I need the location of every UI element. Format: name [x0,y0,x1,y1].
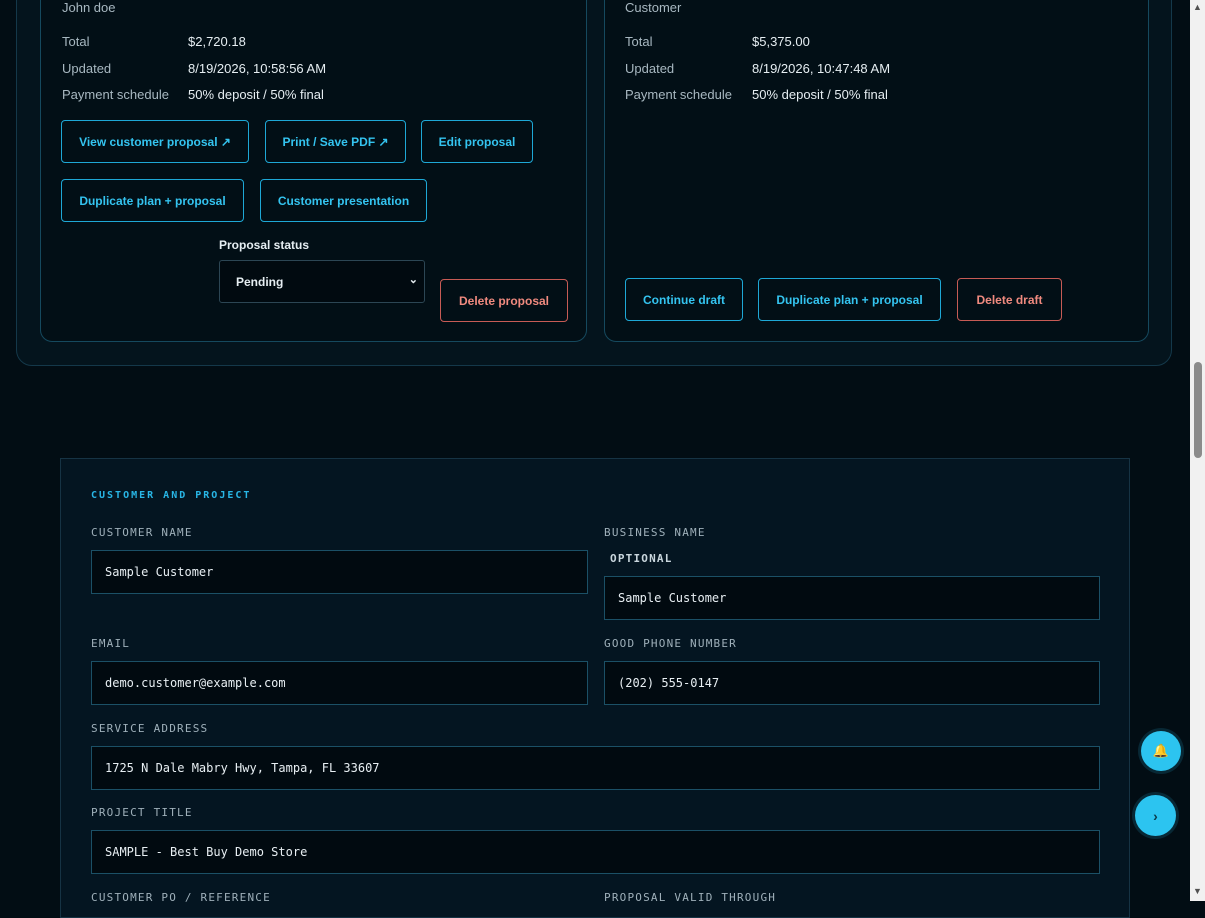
meta-updated-label: Updated [625,61,675,76]
proposal-customer-name: John doe [62,0,116,15]
view-customer-proposal-button[interactable]: View customer proposal ↗ [61,120,249,163]
customer-project-form: CUSTOMER AND PROJECT CUSTOMER NAME Sampl… [60,458,1130,918]
section-title: CUSTOMER AND PROJECT [91,490,252,501]
business-name-label: BUSINESS NAME [604,526,706,539]
bell-icon: 🔔 [1152,743,1170,758]
proposal-card-customer-draft: Customer Total $5,375.00 Updated 8/19/20… [604,0,1149,342]
phone-field[interactable]: (202) 555-0147 [604,661,1100,705]
delete-proposal-button[interactable]: Delete proposal [440,279,568,322]
proposal-card-john-doe: John doe Total $2,720.18 Updated 8/19/20… [40,0,587,342]
customer-po-label: CUSTOMER PO / REFERENCE [91,891,271,904]
email-field[interactable]: demo.customer@example.com [91,661,588,705]
service-address-input[interactable]: 1725 N Dale Mabry Hwy, Tampa, FL 33607 [91,746,1100,790]
scroll-down-icon[interactable]: ▼ [1193,886,1202,896]
continue-draft-button[interactable]: Continue draft [625,278,743,321]
customer-presentation-button[interactable]: Customer presentation [260,179,427,222]
scroll-up-icon[interactable]: ▲ [1193,2,1202,12]
project-title-label: PROJECT TITLE [91,806,193,819]
meta-payment-value: 50% deposit / 50% final [752,87,888,102]
duplicate-plan-proposal-button[interactable]: Duplicate plan + proposal [61,179,244,222]
print-save-pdf-button[interactable]: Print / Save PDF ↗ [265,120,406,163]
meta-total-label: Total [62,34,90,49]
phone-label: GOOD PHONE NUMBER [604,637,737,650]
customer-name-input[interactable]: Sample Customer [91,550,588,594]
edit-proposal-button[interactable]: Edit proposal [421,120,533,163]
meta-payment-value: 50% deposit / 50% final [188,87,324,102]
meta-updated-label: Updated [62,61,112,76]
meta-payment-label: Payment schedule [625,87,732,102]
meta-total-value: $2,720.18 [188,34,246,49]
chevron-down-icon: ⌄ [408,274,418,286]
business-name-input[interactable]: Sample Customer [604,576,1100,620]
meta-total-value: $5,375.00 [752,34,810,49]
service-address-label: SERVICE ADDRESS [91,722,209,735]
optional-tag: OPTIONAL [610,552,673,565]
scrollbar-thumb[interactable] [1194,362,1202,458]
proposal-status-value: Pending [236,274,284,289]
project-title-input[interactable]: SAMPLE - Best Buy Demo Store [91,830,1100,874]
chevron-right-icon: › [1153,807,1158,824]
notifications-button[interactable]: 🔔 [1141,731,1181,771]
duplicate-plan-proposal-button[interactable]: Duplicate plan + proposal [758,278,941,321]
proposal-status-select[interactable]: Pending ⌄ [219,260,425,303]
meta-payment-label: Payment schedule [62,87,169,102]
meta-updated-value: 8/19/2026, 10:58:56 AM [188,61,327,76]
valid-through-label: PROPOSAL VALID THROUGH [604,891,777,904]
proposal-customer-name: Customer [625,0,682,15]
meta-updated-value: 8/19/2026, 10:47:48 AM [752,61,891,76]
meta-total-label: Total [625,34,653,49]
customer-name-label: CUSTOMER NAME [91,526,193,539]
email-label: EMAIL [91,637,131,650]
next-button[interactable]: › [1135,795,1176,836]
proposal-status-label: Proposal status [219,238,310,252]
delete-draft-button[interactable]: Delete draft [957,278,1062,321]
page-scrollbar[interactable]: ▲ ▼ [1190,0,1205,901]
